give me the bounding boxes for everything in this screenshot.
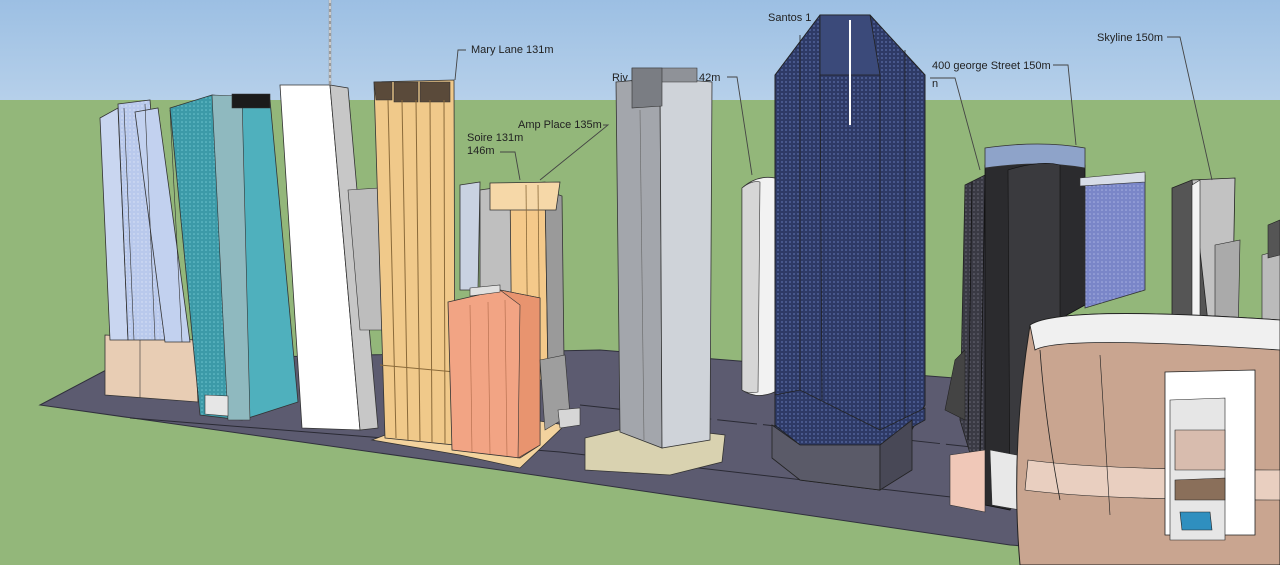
label-mary-lane: Mary Lane 131m [471,44,554,56]
3d-viewport[interactable]: Mary Lane 131m Amp Place 135m Soire 131m… [0,0,1280,565]
label-amp-place: Amp Place 135m [518,119,602,131]
model-canvas[interactable] [0,0,1280,565]
label-santos: Santos 1 [768,12,812,24]
label-george-fragment: n [932,78,939,90]
label-george-400: 400 george Street 150m [932,60,1051,72]
label-soire-height: 146m [467,145,495,157]
label-skyline: Skyline 150m [1097,32,1164,44]
curved-podium[interactable] [1016,313,1280,565]
label-soire: Soire 131m [467,132,524,144]
santos-tower[interactable] [771,14,926,491]
label-river-fragment: Riv [612,72,628,84]
label-river-height-fragment: 42m [699,72,721,84]
blue-box-tower[interactable] [1079,171,1146,309]
